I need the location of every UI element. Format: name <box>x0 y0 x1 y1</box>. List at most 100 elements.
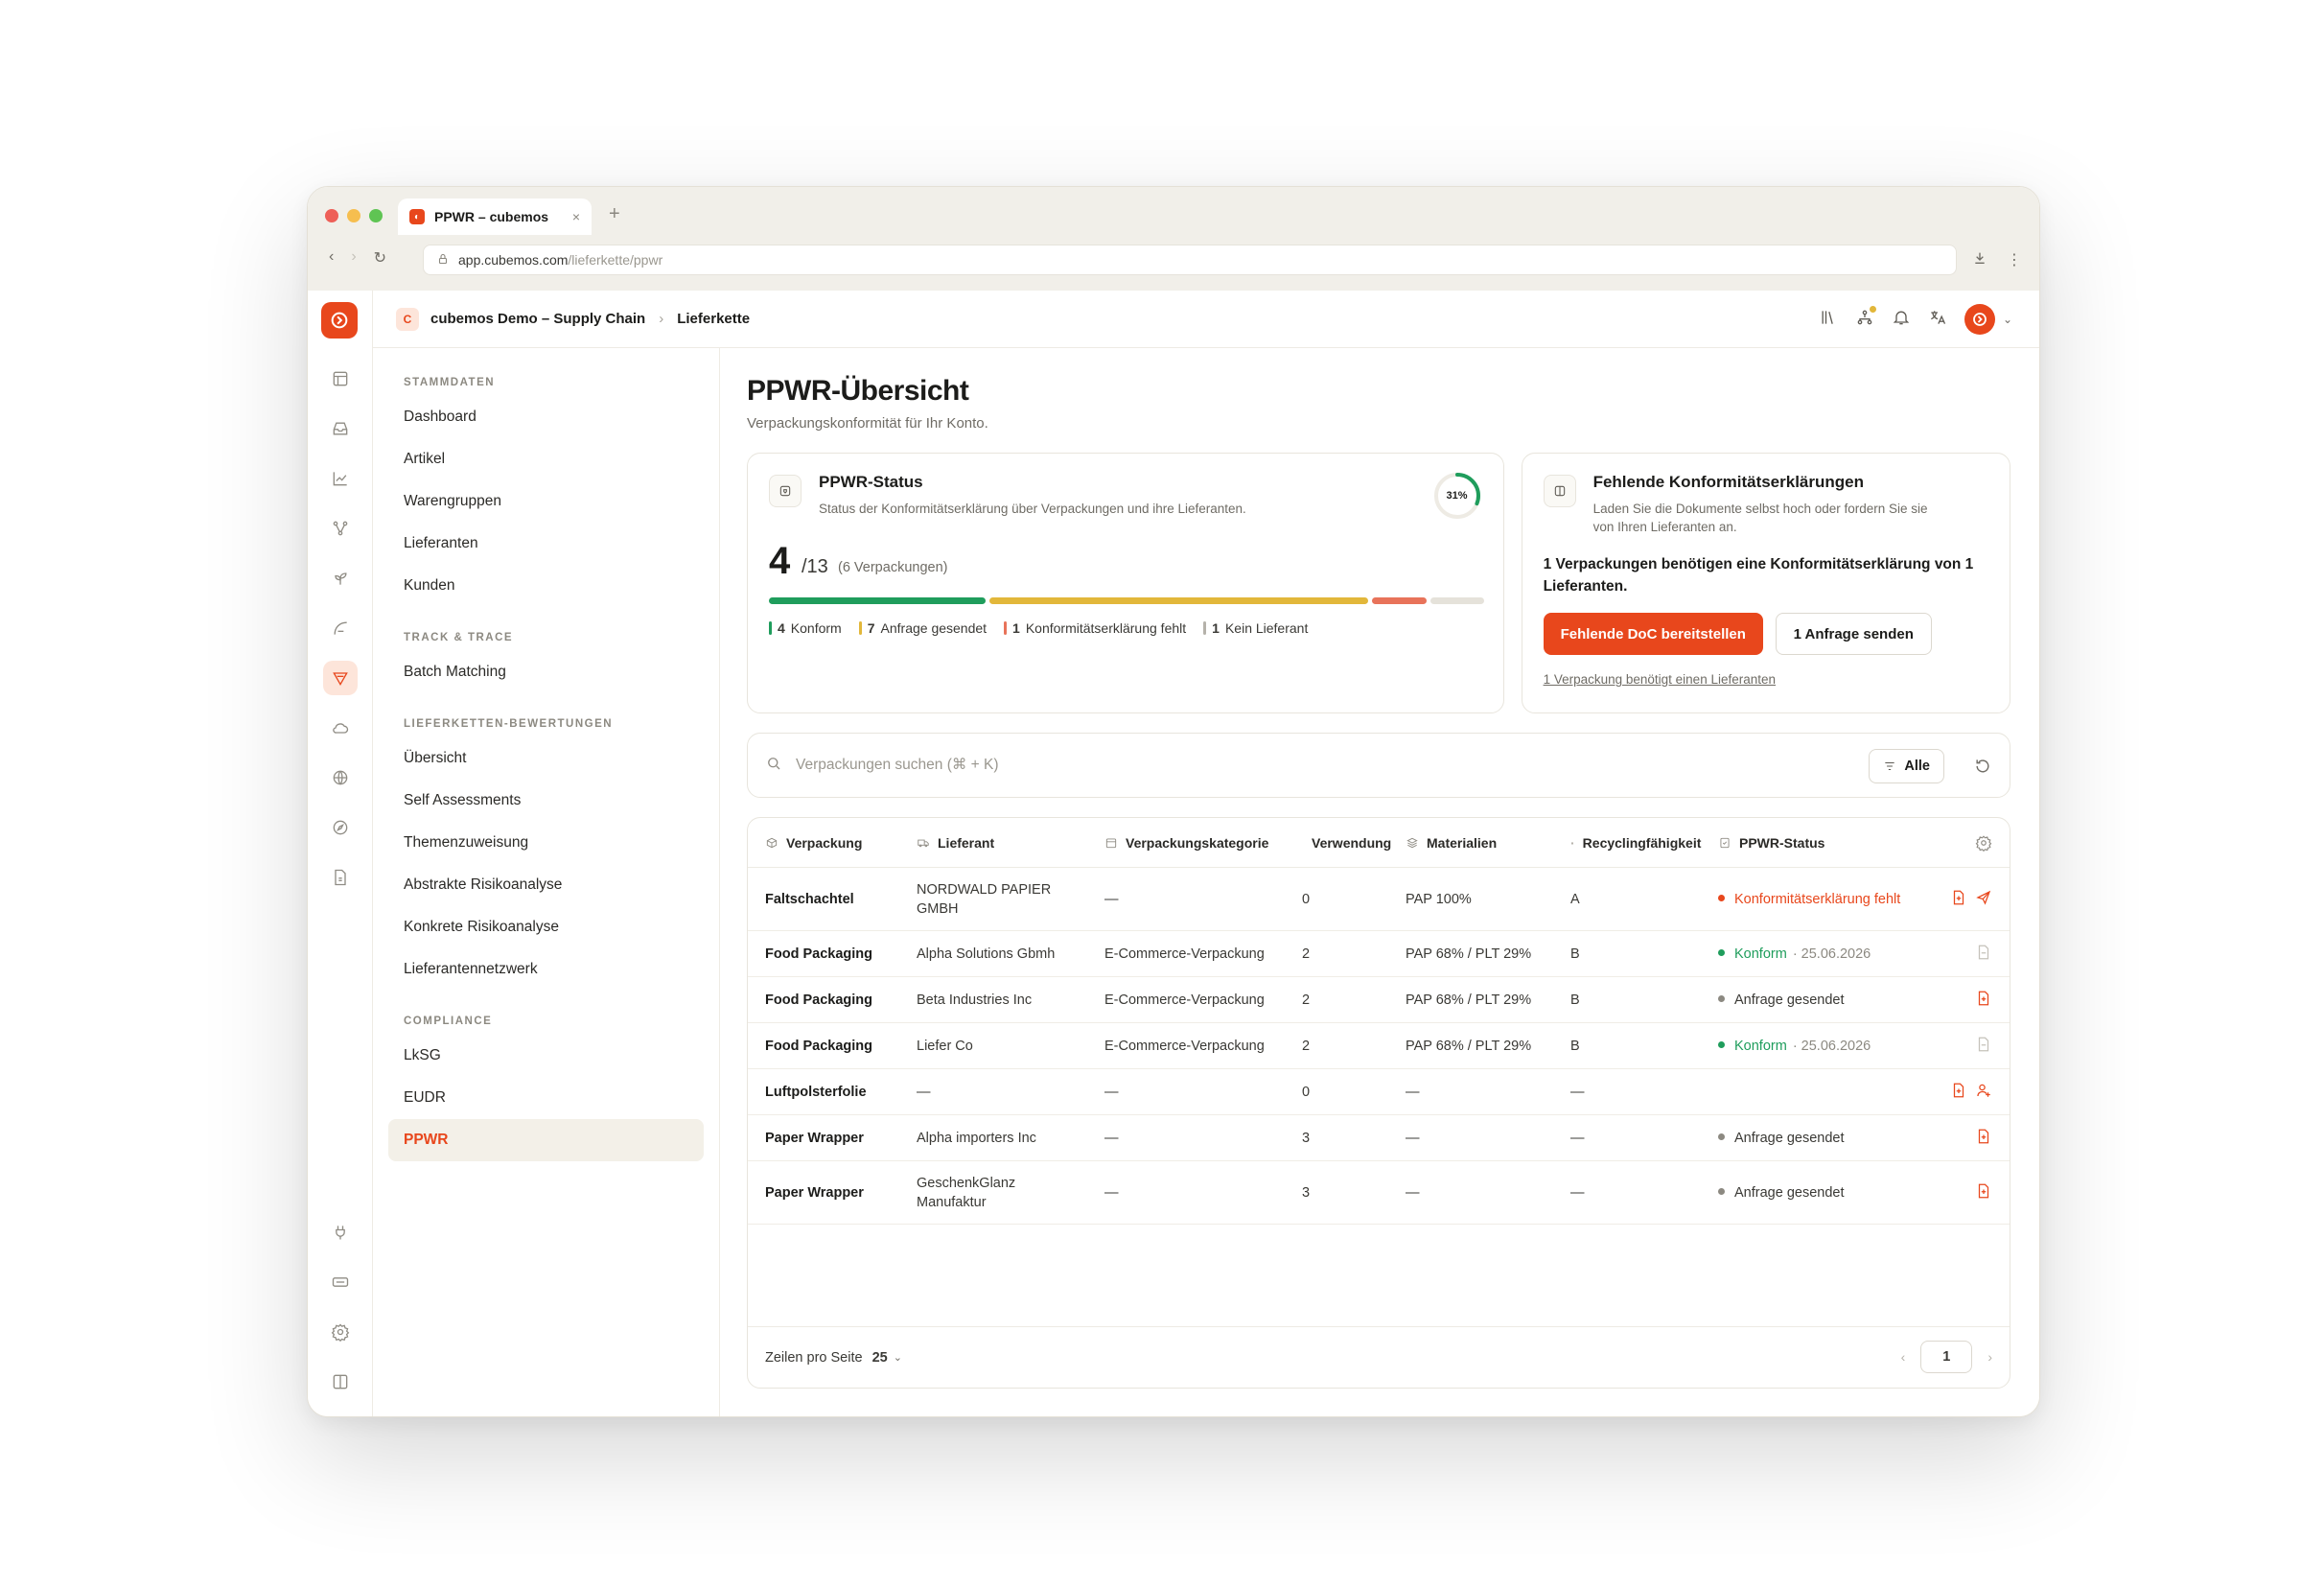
menu-item-warengruppen[interactable]: Warengruppen <box>388 480 704 523</box>
current-page[interactable]: 1 <box>1920 1341 1973 1373</box>
cell-usage: 2 <box>1302 946 1311 962</box>
status-dot <box>1718 995 1725 1003</box>
library-icon[interactable] <box>1819 308 1838 332</box>
search-input[interactable] <box>796 757 1659 774</box>
upload-document-icon[interactable] <box>1950 889 1967 910</box>
table-row[interactable]: Luftpolsterfolie — — 0 — — <box>748 1069 2010 1115</box>
avatar[interactable] <box>1964 304 1995 335</box>
book-icon[interactable] <box>329 1370 352 1393</box>
network-icon[interactable] <box>329 517 352 540</box>
menu-item-lieferantennetzwerk[interactable]: Lieferantennetzwerk <box>388 948 704 991</box>
col-packaging[interactable]: Verpackung <box>765 835 862 851</box>
table-row[interactable]: Faltschachtel NORDWALD PAPIER GMBH — 0 PAP 1… <box>748 868 2010 931</box>
sprout-icon[interactable] <box>329 567 352 590</box>
reload-icon[interactable]: ↻ <box>374 248 386 268</box>
cell-recycling: B <box>1570 1038 1580 1054</box>
next-page-button[interactable]: › <box>1987 1349 1992 1365</box>
keyboard-icon[interactable] <box>329 1271 352 1294</box>
missing-summary: 1 Verpackungen benötigen eine Konformitä… <box>1543 556 1974 595</box>
hierarchy-icon[interactable] <box>1855 305 1876 332</box>
menu-item-lieferanten[interactable]: Lieferanten <box>388 523 704 565</box>
col-materials[interactable]: Materialien <box>1406 835 1497 851</box>
prev-page-button[interactable]: ‹ <box>1901 1349 1906 1365</box>
menu-item-abstrakte-risikoanalyse[interactable]: Abstrakte Risikoanalyse <box>388 864 704 906</box>
menu-item-artikel[interactable]: Artikel <box>388 438 704 480</box>
menu-item-batch-matching[interactable]: Batch Matching <box>388 651 704 693</box>
recycle-icon[interactable] <box>323 661 358 695</box>
breadcrumb-current[interactable]: Lieferkette <box>677 311 750 327</box>
tab-close-icon[interactable]: × <box>572 209 580 224</box>
cell-supplier: GeschenkGlanz Manufaktur <box>917 1175 1016 1210</box>
bell-icon[interactable] <box>1892 308 1911 332</box>
feather-icon[interactable] <box>329 617 352 640</box>
filter-button[interactable]: Alle <box>1869 749 1944 783</box>
col-recycling[interactable]: · Recyclingfähigkeit <box>1570 835 1701 851</box>
address-bar[interactable]: app.cubemos.com /lieferkette/ppwr <box>423 245 1957 275</box>
provide-missing-doc-button[interactable]: Fehlende DoC bereitstellen <box>1543 613 1763 655</box>
maximize-window-button[interactable] <box>369 209 383 222</box>
menu-item-themenzuweisung[interactable]: Themenzuweisung <box>388 822 704 864</box>
forward-icon[interactable]: › <box>351 248 356 268</box>
table-row[interactable]: Food Packaging Alpha Solutions Gbmh E-Comm… <box>748 931 2010 977</box>
table-row[interactable]: Paper Wrapper GeschenkGlanz Manufaktur — 3 —… <box>748 1161 2010 1225</box>
new-tab-button[interactable]: + <box>609 203 620 225</box>
view-document-icon[interactable] <box>1975 1036 1992 1057</box>
icon-rail <box>308 291 373 1416</box>
menu-item-eudr[interactable]: EUDR <box>388 1077 704 1119</box>
status-badge: Anfrage gesendet <box>1718 991 1844 1010</box>
chart-line-icon[interactable] <box>329 467 352 490</box>
document-euro-icon[interactable] <box>329 866 352 889</box>
org-name[interactable]: cubemos Demo – Supply Chain <box>430 311 645 327</box>
table-row[interactable]: Paper Wrapper Alpha importers Inc — 3 — — Anfr… <box>748 1115 2010 1161</box>
menu-item-kunden[interactable]: Kunden <box>388 565 704 607</box>
app-logo-icon[interactable] <box>321 302 358 339</box>
view-document-icon[interactable] <box>1975 944 1992 965</box>
legend-swatch <box>858 621 862 635</box>
cloud-icon[interactable] <box>329 716 352 739</box>
inbox-icon[interactable] <box>329 417 352 440</box>
col-category[interactable]: Verpackungskategorie <box>1104 835 1268 851</box>
column-settings-icon[interactable] <box>1975 834 1992 852</box>
layout-icon[interactable] <box>329 367 352 390</box>
menu-item-dashboard[interactable]: Dashboard <box>388 396 704 438</box>
refresh-icon[interactable] <box>1973 757 1992 781</box>
upload-document-icon[interactable] <box>1975 990 1992 1011</box>
menu-item-übersicht[interactable]: Übersicht <box>388 737 704 780</box>
chevron-down-icon[interactable]: ⌄ <box>894 1351 902 1364</box>
col-category-label: Verpackungskategorie <box>1126 834 1269 851</box>
status-dot <box>1718 1041 1725 1049</box>
col-supplier[interactable]: Lieferant <box>917 835 994 851</box>
chevron-down-icon[interactable]: ⌄ <box>2003 313 2012 326</box>
cell-category: — <box>1104 1184 1119 1201</box>
compass-icon[interactable] <box>329 816 352 839</box>
col-status[interactable]: PPWR-Status <box>1718 835 1824 851</box>
more-menu-icon[interactable]: ⋮ <box>2007 250 2022 270</box>
send-request-button[interactable]: 1 Anfrage senden <box>1775 613 1932 655</box>
cell-materials: PAP 68% / PLT 29% <box>1406 1038 1532 1054</box>
supplier-needed-link[interactable]: 1 Verpackung benötigt einen Lieferanten <box>1544 672 1776 687</box>
minimize-window-button[interactable] <box>347 209 360 222</box>
menu-item-lksg[interactable]: LkSG <box>388 1035 704 1077</box>
table-row[interactable]: Food Packaging Liefer Co E-Commerce-Verpac… <box>748 1023 2010 1069</box>
globe-icon[interactable] <box>329 766 352 789</box>
menu-item-self-assessments[interactable]: Self Assessments <box>388 780 704 822</box>
search-icon <box>765 755 782 777</box>
upload-document-icon[interactable] <box>1975 1128 1992 1149</box>
browser-tab[interactable]: ◐ PPWR – cubemos × <box>398 198 592 235</box>
upload-document-icon[interactable] <box>1950 1082 1967 1103</box>
menu-item-konkrete-risikoanalyse[interactable]: Konkrete Risikoanalyse <box>388 906 704 948</box>
download-icon[interactable] <box>1972 250 1987 270</box>
translate-icon[interactable] <box>1928 308 1947 332</box>
rows-per-page-select[interactable]: 25 <box>872 1350 888 1366</box>
close-window-button[interactable] <box>325 209 338 222</box>
table-row[interactable]: Food Packaging Beta Industries Inc E-Comme… <box>748 977 2010 1023</box>
plug-icon[interactable] <box>329 1221 352 1244</box>
upload-document-icon[interactable] <box>1975 1182 1992 1203</box>
back-icon[interactable]: ‹ <box>329 248 334 268</box>
send-request-icon[interactable] <box>1975 889 1992 910</box>
settings-gear-icon[interactable] <box>329 1320 352 1343</box>
col-usage[interactable]: Verwendung <box>1312 835 1391 851</box>
cell-recycling: A <box>1570 891 1580 907</box>
add-supplier-icon[interactable] <box>1975 1082 1992 1103</box>
menu-item-ppwr[interactable]: PPWR <box>388 1119 704 1161</box>
